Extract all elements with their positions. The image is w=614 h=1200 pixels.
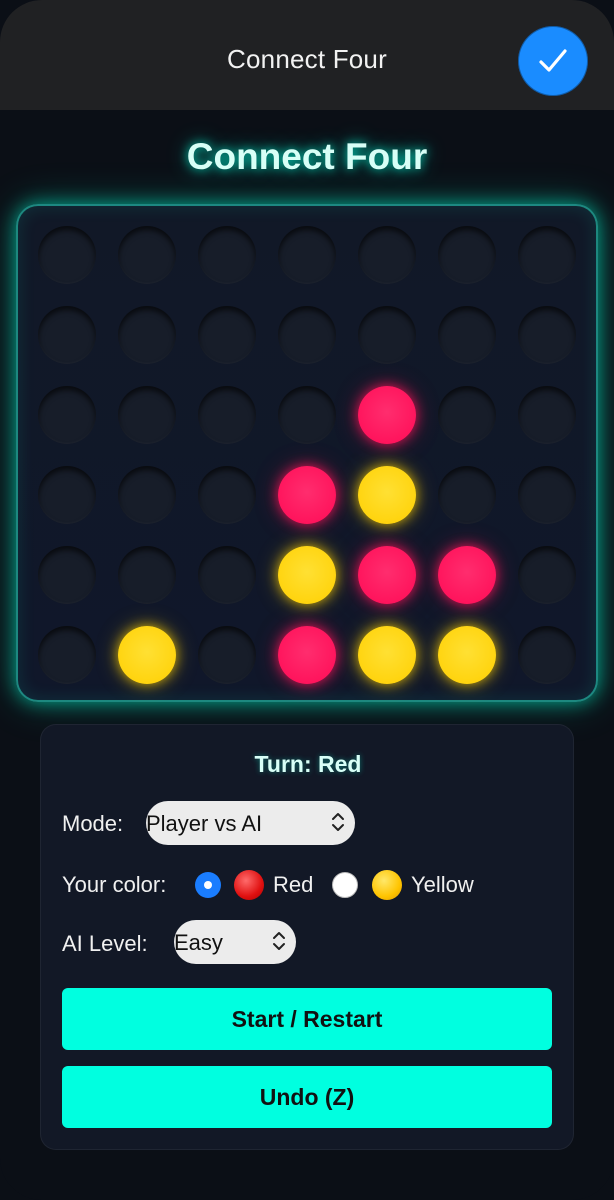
- empty-slot[interactable]: [118, 306, 176, 364]
- empty-slot[interactable]: [518, 546, 576, 604]
- yellow-disc-icon: [372, 870, 402, 900]
- empty-slot[interactable]: [358, 306, 416, 364]
- empty-slot[interactable]: [118, 226, 176, 284]
- turn-indicator: Turn: Red: [254, 751, 362, 777]
- empty-slot[interactable]: [38, 546, 96, 604]
- color-label: Your color:: [62, 872, 167, 897]
- mode-select[interactable]: Player vs AI: [146, 801, 355, 845]
- radio-red-label: Red: [273, 872, 314, 897]
- red-disc[interactable]: [438, 546, 496, 604]
- control-panel: Turn: Red Mode: Player vs AI Your color:…: [40, 724, 574, 1150]
- empty-slot[interactable]: [438, 386, 496, 444]
- radio-yellow[interactable]: [332, 872, 358, 898]
- red-disc[interactable]: [278, 466, 336, 524]
- empty-slot[interactable]: [438, 306, 496, 364]
- empty-slot[interactable]: [358, 226, 416, 284]
- empty-slot[interactable]: [38, 386, 96, 444]
- red-disc-icon: [234, 870, 264, 900]
- empty-slot[interactable]: [278, 386, 336, 444]
- empty-slot[interactable]: [438, 226, 496, 284]
- start-restart-button[interactable]: Start / Restart: [62, 988, 552, 1050]
- empty-slot[interactable]: [198, 466, 256, 524]
- red-disc[interactable]: [278, 626, 336, 684]
- radio-red[interactable]: [195, 872, 221, 898]
- radio-yellow-label: Yellow: [411, 872, 474, 897]
- mode-select-value: Player vs AI: [146, 811, 263, 836]
- game-board[interactable]: [16, 204, 598, 702]
- empty-slot[interactable]: [38, 626, 96, 684]
- empty-slot[interactable]: [518, 306, 576, 364]
- yellow-disc[interactable]: [438, 626, 496, 684]
- empty-slot[interactable]: [518, 466, 576, 524]
- empty-slot[interactable]: [38, 466, 96, 524]
- yellow-disc[interactable]: [358, 626, 416, 684]
- empty-slot[interactable]: [38, 226, 96, 284]
- done-button[interactable]: [518, 26, 588, 96]
- empty-slot[interactable]: [118, 386, 176, 444]
- updown-chevron-icon: [273, 932, 285, 950]
- ai-level-label: AI Level:: [62, 931, 148, 956]
- yellow-disc[interactable]: [118, 626, 176, 684]
- empty-slot[interactable]: [278, 226, 336, 284]
- empty-slot[interactable]: [118, 466, 176, 524]
- empty-slot[interactable]: [518, 226, 576, 284]
- yellow-disc[interactable]: [358, 466, 416, 524]
- empty-slot[interactable]: [198, 226, 256, 284]
- yellow-disc[interactable]: [278, 546, 336, 604]
- empty-slot[interactable]: [198, 306, 256, 364]
- empty-slot[interactable]: [438, 466, 496, 524]
- ai-level-value: Easy: [174, 930, 223, 955]
- red-disc[interactable]: [358, 546, 416, 604]
- mode-label: Mode:: [62, 811, 124, 836]
- undo-button[interactable]: Undo (Z): [62, 1066, 552, 1128]
- empty-slot[interactable]: [198, 386, 256, 444]
- empty-slot[interactable]: [518, 626, 576, 684]
- ai-level-select[interactable]: Easy: [174, 920, 296, 964]
- empty-slot[interactable]: [518, 386, 576, 444]
- empty-slot[interactable]: [198, 626, 256, 684]
- app-frame: Connect Four Connect Four Turn: Red Mode…: [0, 0, 614, 1200]
- top-bar: Connect Four: [0, 0, 614, 110]
- empty-slot[interactable]: [198, 546, 256, 604]
- game-title: Connect Four: [186, 136, 428, 177]
- red-disc[interactable]: [358, 386, 416, 444]
- updown-chevron-icon: [332, 813, 344, 831]
- checkmark-icon: [539, 49, 567, 72]
- empty-slot[interactable]: [38, 306, 96, 364]
- empty-slot[interactable]: [278, 306, 336, 364]
- empty-slot[interactable]: [118, 546, 176, 604]
